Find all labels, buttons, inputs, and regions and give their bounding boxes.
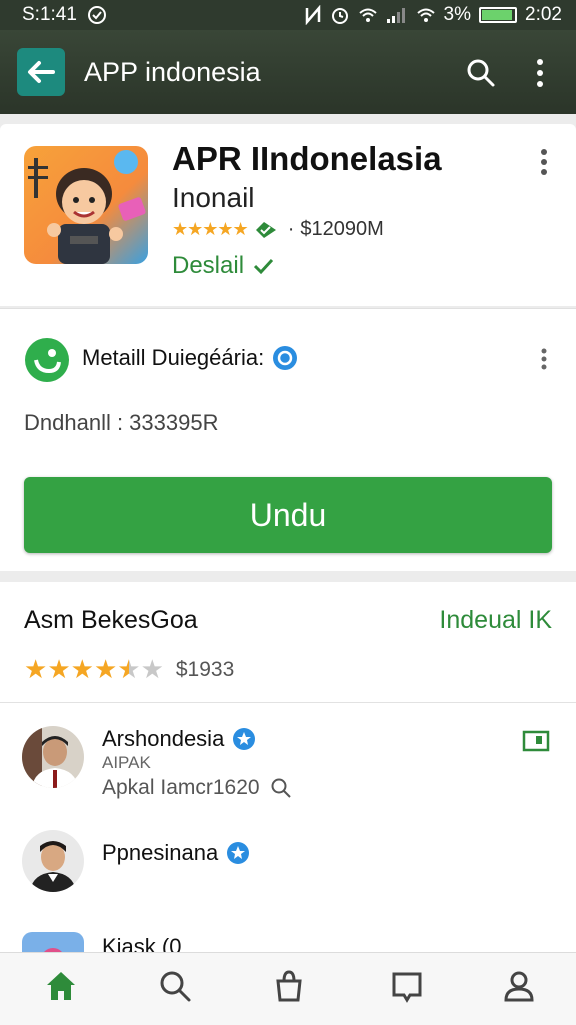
overflow-menu-button[interactable] xyxy=(528,58,552,93)
user-icon xyxy=(504,971,534,1002)
alarm-icon xyxy=(331,8,348,24)
verified-badge-icon xyxy=(227,842,250,864)
star-icon: ★ xyxy=(93,654,118,684)
nav-books[interactable] xyxy=(390,969,424,1008)
nav-home[interactable] xyxy=(44,969,78,1008)
battery-percent: 3% xyxy=(443,4,472,25)
message-icon xyxy=(522,730,550,752)
search-button[interactable] xyxy=(466,58,496,93)
star-icon: ★ xyxy=(47,654,71,684)
reviewer-name-row: Arshondesia xyxy=(102,726,256,752)
wifi-icon-2 xyxy=(416,8,435,22)
rating-stars-small: ★★★★★ xyxy=(172,219,249,239)
star-icon: ★ xyxy=(70,654,94,684)
wifi-icon xyxy=(358,8,377,22)
installed-status: Deslail xyxy=(172,252,274,280)
reviewer-name: Arshondesia xyxy=(102,726,225,751)
reviews-rating-stars: ★ ★ ★ ★ ★ ★ $1933 xyxy=(24,654,234,685)
search-icon xyxy=(160,971,191,1002)
bag-icon xyxy=(276,970,302,1002)
status-time-left: S:1:41 xyxy=(22,4,77,25)
signal-icon xyxy=(386,8,405,23)
reviewer-name-row: Ppnesinana xyxy=(102,840,250,866)
developer-name: Metaill Duiegéária: xyxy=(82,345,265,370)
divider xyxy=(0,702,576,703)
nfc-icon xyxy=(305,5,320,25)
verified-badge-icon xyxy=(233,728,256,750)
avatar[interactable] xyxy=(22,726,84,788)
book-icon xyxy=(392,972,422,1003)
bottom-navigation xyxy=(0,952,576,1025)
check-icon xyxy=(253,258,274,275)
status-time-right: 2:02 xyxy=(525,4,562,25)
battery-icon xyxy=(479,7,518,23)
more-vert-icon xyxy=(541,348,547,370)
reviews-count: $1933 xyxy=(175,657,235,681)
app-name: APR IIndonelasia xyxy=(172,140,442,177)
reviewer-subtitle: AIPAK xyxy=(102,753,151,772)
app-subtitle: Inonail xyxy=(172,182,255,213)
app-size: $12090M xyxy=(300,218,384,240)
sync-icon xyxy=(87,6,106,24)
app-menu-button[interactable] xyxy=(534,148,554,181)
app-header-card: APR IIndonelasia Inonail ★★★★★ · $12090M… xyxy=(0,124,576,306)
app-rating-row: ★★★★★ · $12090M xyxy=(172,218,384,240)
developer-name-row[interactable]: Metaill Duiegéária: xyxy=(82,345,298,371)
reviewer-name: Ppnesinana xyxy=(102,840,219,865)
back-button[interactable] xyxy=(17,48,65,96)
empty-star-icon: ★ xyxy=(140,654,164,684)
reviews-link[interactable]: Indeual IK xyxy=(439,606,552,635)
nav-search[interactable] xyxy=(158,969,192,1008)
star-icon: ★ xyxy=(24,654,48,684)
reviewer-meta: Apkal Iamcr1620 xyxy=(102,776,260,799)
nav-account[interactable] xyxy=(502,969,536,1008)
more-vert-icon xyxy=(537,59,543,87)
arrow-left-icon xyxy=(28,61,55,83)
more-vert-icon xyxy=(541,149,547,175)
developer-menu-button[interactable] xyxy=(534,347,554,376)
avatar[interactable] xyxy=(22,830,84,892)
reviewer-meta-row: Apkal Iamcr1620 xyxy=(102,776,292,800)
editors-choice-icon xyxy=(255,221,276,238)
half-star-icon: ★ xyxy=(117,654,141,684)
install-button-label: Undu xyxy=(249,496,327,533)
developer-card: Metaill Duiegéária: Dndhanll : 333395R U… xyxy=(0,308,576,571)
page-title: APP indonesia xyxy=(84,57,261,87)
download-count: Dndhanll : 333395R xyxy=(24,410,219,435)
app-bar: APP indonesia xyxy=(0,30,576,114)
reviews-card: Asm BekesGoa Indeual IK ★ ★ ★ ★ ★ ★ $193… xyxy=(0,582,576,994)
search-icon xyxy=(467,59,495,87)
install-button[interactable]: Undu xyxy=(24,477,552,553)
home-icon xyxy=(47,972,75,1000)
message-button[interactable] xyxy=(522,730,550,759)
nav-apps[interactable] xyxy=(272,969,306,1008)
status-bar: S:1:41 3% 2:02 xyxy=(0,0,576,30)
search-icon[interactable] xyxy=(270,777,292,799)
verified-icon xyxy=(273,346,298,370)
reviews-title: Asm BekesGoa xyxy=(24,606,198,634)
developer-logo-icon[interactable] xyxy=(24,337,70,388)
app-icon[interactable] xyxy=(24,146,148,264)
installed-label: Deslail xyxy=(172,252,245,279)
